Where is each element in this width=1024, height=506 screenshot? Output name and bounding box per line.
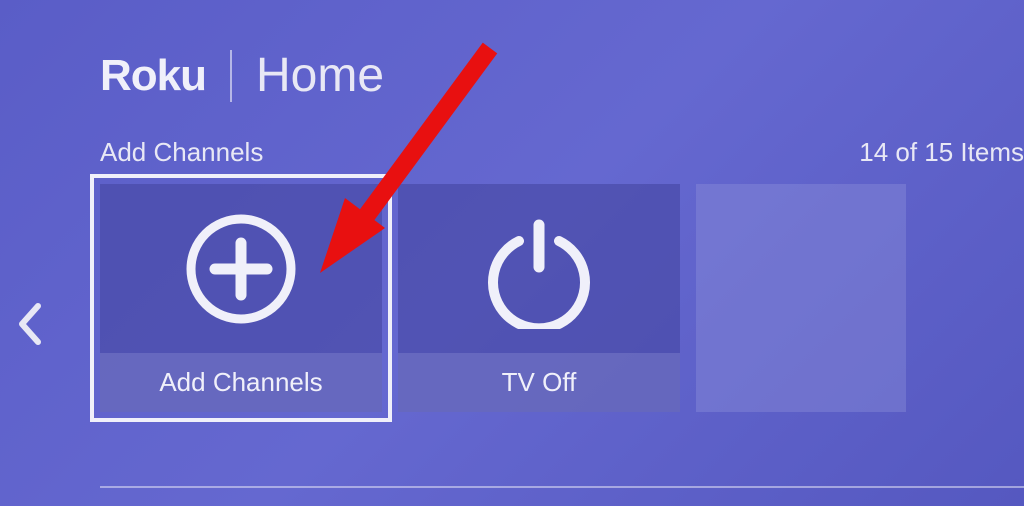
chevron-left-icon	[16, 300, 44, 348]
tile-label: TV Off	[398, 353, 680, 412]
bottom-divider	[100, 486, 1024, 488]
tile-blank[interactable]	[696, 184, 906, 412]
brand-logo: Roku	[100, 51, 206, 101]
section-label: Add Channels	[100, 137, 263, 168]
plus-circle-icon	[181, 209, 301, 329]
page-title: Home	[256, 48, 384, 103]
power-icon	[479, 209, 599, 329]
tile-row: Add Channels TV Off	[0, 168, 1024, 412]
tile-icon-area	[100, 184, 382, 353]
header: Roku Home	[0, 0, 1024, 103]
tile-tv-off[interactable]: TV Off	[398, 184, 680, 412]
tile-add-channels[interactable]: Add Channels	[100, 184, 382, 412]
tile-label: Add Channels	[100, 353, 382, 412]
nav-left-arrow[interactable]	[16, 300, 44, 353]
header-divider	[230, 50, 232, 102]
section-bar: Add Channels 14 of 15 Items	[0, 103, 1024, 168]
item-count: 14 of 15 Items	[859, 137, 1024, 168]
tile-icon-area	[398, 184, 680, 353]
